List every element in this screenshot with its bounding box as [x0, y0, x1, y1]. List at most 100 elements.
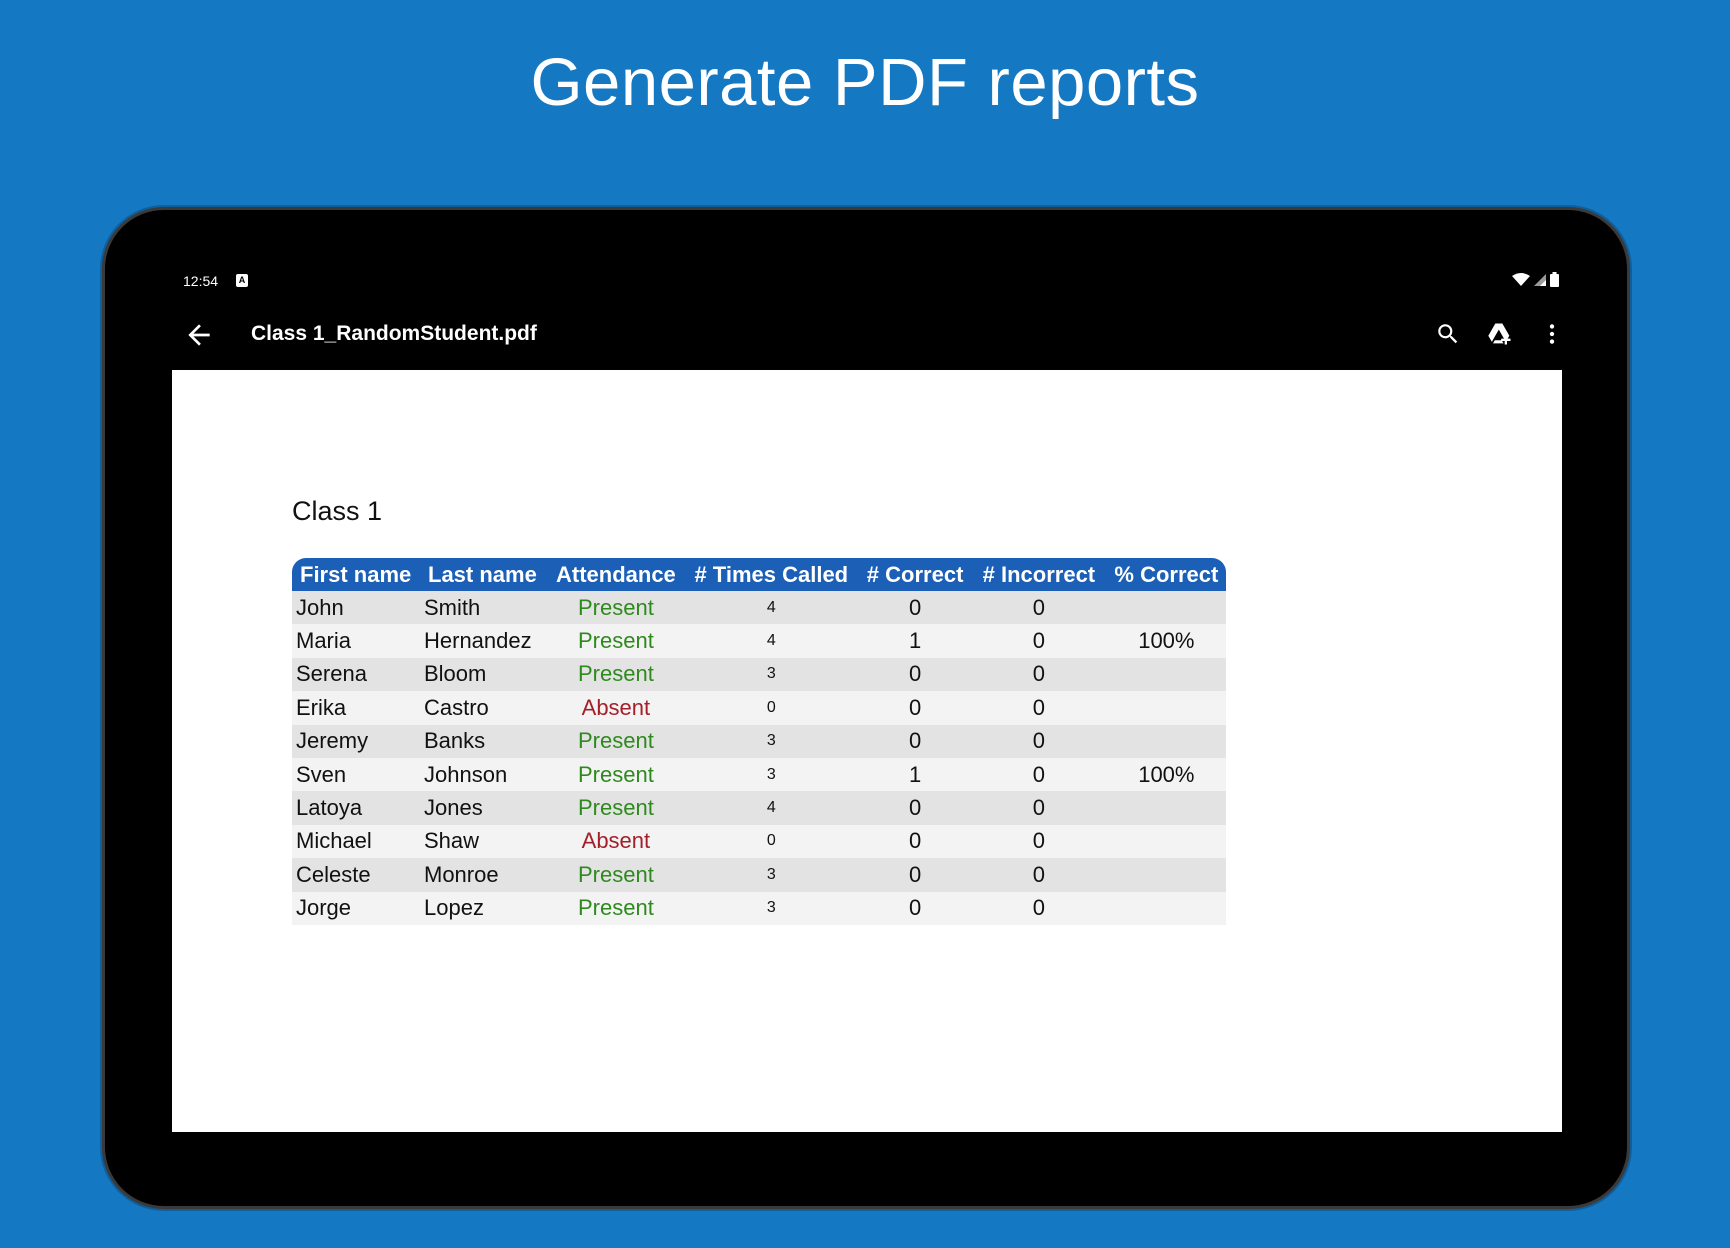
first-name-cell: Michael	[292, 824, 420, 859]
table-row: Michael Shaw Absent 0 0 0	[292, 824, 1227, 859]
attendance-cell: Present	[548, 791, 684, 825]
first-name-cell: Erika	[292, 691, 420, 725]
first-name-cell: Maria	[292, 624, 420, 658]
attendance-cell: Absent	[548, 824, 684, 859]
incorrect-cell: 0	[971, 657, 1107, 692]
last-name-cell: Monroe	[420, 858, 548, 892]
correct-cell: 0	[858, 791, 972, 825]
search-icon	[1438, 324, 1458, 344]
a-notification-icon: A	[236, 274, 248, 287]
last-name-cell: Shaw	[420, 824, 548, 859]
back-button[interactable]	[183, 319, 215, 351]
status-time: 12:54	[183, 273, 219, 289]
document-title: Class 1_RandomStudent.pdf	[251, 322, 537, 345]
save-to-drive-button[interactable]	[1483, 317, 1517, 351]
times-called-cell: 3	[683, 757, 859, 792]
times-called-cell: 3	[683, 724, 859, 758]
last-name-cell: Banks	[420, 724, 548, 758]
incorrect-cell: 0	[971, 757, 1107, 792]
incorrect-cell: 0	[971, 724, 1107, 758]
status-icons	[1512, 272, 1559, 287]
table-body: John Smith Present 4 0 0 Maria Hernandez Present…	[292, 591, 1227, 925]
drive-add-icon	[1488, 323, 1511, 345]
attendance-cell: Present	[548, 757, 684, 792]
last-name-cell: Lopez	[420, 891, 548, 925]
first-name-cell: Celeste	[292, 858, 420, 892]
first-name-cell: Jeremy	[292, 724, 420, 758]
percent-correct-cell	[1106, 858, 1227, 892]
correct-cell: 0	[858, 858, 972, 892]
attendance-cell: Present	[548, 624, 684, 658]
attendance-cell: Present	[548, 858, 684, 892]
tablet-frame: 12:54 A Class 1_RandomStudent.pdf Class …	[102, 207, 1630, 1209]
incorrect-cell: 0	[971, 591, 1107, 625]
last-name-cell: Castro	[420, 691, 548, 725]
toolbar-actions	[1431, 317, 1569, 351]
first-name-cell: Serena	[292, 657, 420, 692]
table-row: Erika Castro Absent 0 0 0	[292, 691, 1227, 725]
column-header: # Times Called	[683, 558, 859, 591]
incorrect-cell: 0	[971, 691, 1107, 725]
times-called-cell: 4	[683, 624, 859, 658]
incorrect-cell: 0	[971, 824, 1107, 859]
column-header: % Correct	[1106, 558, 1227, 591]
percent-correct-cell: 100%	[1106, 624, 1227, 658]
table-row: John Smith Present 4 0 0	[292, 591, 1227, 625]
search-button[interactable]	[1431, 317, 1465, 351]
correct-cell: 0	[858, 657, 972, 692]
column-header: Last name	[420, 558, 548, 591]
column-header: First name	[292, 558, 420, 591]
correct-cell: 0	[858, 591, 972, 625]
percent-correct-cell	[1106, 791, 1227, 825]
last-name-cell: Johnson	[420, 757, 548, 792]
headline: Generate PDF reports	[530, 45, 1200, 120]
correct-cell: 1	[858, 624, 972, 658]
first-name-cell: John	[292, 591, 420, 625]
cell-signal-icon	[1534, 273, 1546, 286]
percent-correct-cell	[1106, 724, 1227, 758]
percent-correct-cell	[1106, 591, 1227, 625]
first-name-cell: Latoya	[292, 791, 420, 825]
correct-cell: 0	[858, 824, 972, 859]
percent-correct-cell	[1106, 657, 1227, 692]
table-row: Latoya Jones Present 4 0 0	[292, 791, 1227, 825]
table-row: Celeste Monroe Present 3 0 0	[292, 858, 1227, 892]
status-bar: 12:54 A	[183, 270, 1559, 294]
correct-cell: 1	[858, 757, 972, 792]
first-name-cell: Jorge	[292, 891, 420, 925]
times-called-cell: 3	[683, 858, 859, 892]
first-name-cell: Sven	[292, 757, 420, 792]
percent-correct-cell: 100%	[1106, 757, 1227, 792]
more-options-button[interactable]	[1535, 317, 1569, 351]
table-header-row: First name Last name Attendance # Times …	[292, 558, 1227, 591]
last-name-cell: Bloom	[420, 657, 548, 692]
table-row: Jorge Lopez Present 3 0 0	[292, 891, 1227, 925]
wifi-icon	[1512, 272, 1530, 286]
table-row: Maria Hernandez Present 4 1 0 100%	[292, 624, 1227, 658]
last-name-cell: Hernandez	[420, 624, 548, 658]
attendance-cell: Present	[548, 591, 684, 625]
app-toolbar: Class 1_RandomStudent.pdf	[165, 305, 1569, 365]
times-called-cell: 4	[683, 591, 859, 625]
percent-correct-cell	[1106, 824, 1227, 859]
more-vert-icon	[1549, 324, 1555, 344]
last-name-cell: Jones	[420, 791, 548, 825]
table-row: Sven Johnson Present 3 1 0 100%	[292, 757, 1227, 792]
times-called-cell: 0	[683, 691, 859, 725]
incorrect-cell: 0	[971, 791, 1107, 825]
times-called-cell: 3	[683, 657, 859, 692]
attendance-cell: Present	[548, 891, 684, 925]
incorrect-cell: 0	[971, 624, 1107, 658]
incorrect-cell: 0	[971, 891, 1107, 925]
attendance-cell: Present	[548, 724, 684, 758]
class-title: Class 1	[292, 496, 383, 526]
times-called-cell: 3	[683, 891, 859, 925]
attendance-cell: Absent	[548, 691, 684, 725]
attendance-cell: Present	[548, 657, 684, 692]
column-header: Attendance	[548, 558, 684, 591]
battery-icon	[1550, 272, 1559, 287]
last-name-cell: Smith	[420, 591, 548, 625]
times-called-cell: 4	[683, 791, 859, 825]
pdf-page[interactable]: Class 1 First name Last name Attendance …	[172, 370, 1562, 1132]
percent-correct-cell	[1106, 891, 1227, 925]
